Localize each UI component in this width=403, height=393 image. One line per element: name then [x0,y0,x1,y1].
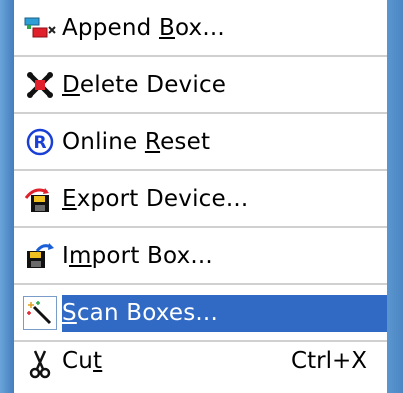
menu-item-delete-device[interactable]: Delete Device [14,57,387,114]
menu-item-import-box[interactable]: Import Box... [14,228,387,285]
import-box-icon [18,240,62,272]
svg-text:R: R [33,133,46,153]
menu-item-label: Append Box... [62,14,225,41]
context-menu: Append Box... Delete Device R Online Res… [14,0,387,393]
menu-item-export-device[interactable]: Export Device... [14,171,387,228]
export-device-icon [18,183,62,215]
menu-item-label: Scan Boxes... [62,299,218,326]
menu-item-cut[interactable]: Cut Ctrl+X [14,342,387,380]
menu-item-label: Import Box... [62,242,213,269]
delete-device-icon [18,69,62,101]
menu-item-online-reset[interactable]: R Online Reset [14,114,387,171]
online-reset-icon: R [18,126,62,158]
menu-item-label: Online Reset [62,128,211,155]
menu-item-label: Delete Device [62,71,227,98]
scan-boxes-icon [18,295,62,330]
menu-item-shortcut: Ctrl+X [291,348,367,374]
menu-item-scan-boxes[interactable]: Scan Boxes... [14,285,387,342]
cut-icon [18,348,62,380]
menu-item-label: Cut [62,348,103,374]
desktop-background-right [387,0,403,393]
menu-item-label: Export Device... [62,185,249,212]
append-box-icon [18,12,62,44]
menu-item-append-box[interactable]: Append Box... [14,0,387,57]
